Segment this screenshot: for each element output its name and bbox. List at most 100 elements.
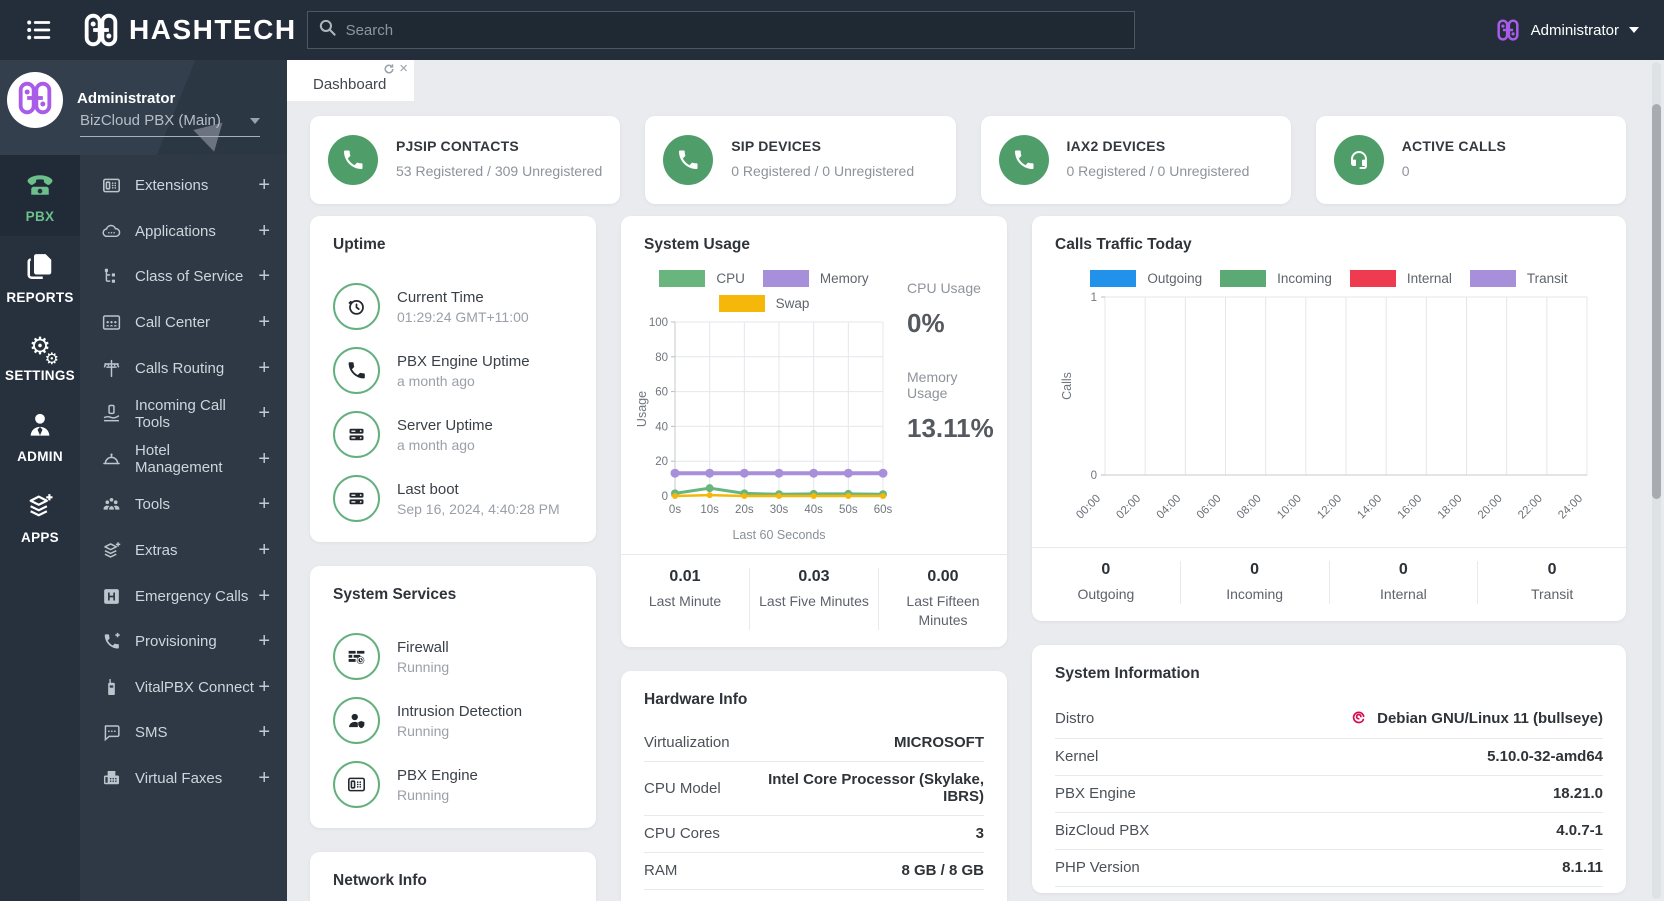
row-value: 18.21.0	[1552, 785, 1603, 803]
group-icon	[101, 494, 122, 515]
system-services-card: System Services Firewall Running Intrusion…	[310, 566, 596, 828]
legend-swatch	[1090, 270, 1137, 287]
expand-plus-icon[interactable]: +	[258, 402, 270, 425]
menu-item-tools[interactable]: Tools +	[80, 482, 287, 528]
search-input[interactable]	[345, 21, 1124, 39]
menu-item-hotel-management[interactable]: Hotel Management +	[80, 437, 287, 483]
rail-item-label: SETTINGS	[5, 368, 75, 383]
menu-item-applications[interactable]: Applications +	[80, 209, 287, 255]
svg-text:60: 60	[655, 387, 668, 399]
walkie-icon	[101, 677, 122, 698]
square-h-icon	[101, 586, 122, 607]
right-column: Calls Traffic Today Outgoing Incoming Inte…	[1032, 216, 1626, 893]
menu-item-call-center[interactable]: Call Center +	[80, 300, 287, 346]
rail-item-admin[interactable]: ADMIN	[0, 395, 80, 476]
expand-plus-icon[interactable]: +	[258, 630, 270, 653]
expand-plus-icon[interactable]: +	[258, 265, 270, 288]
menu-item-extensions[interactable]: Extensions +	[80, 163, 287, 209]
list-item: PBX Engine Uptime a month ago	[333, 347, 573, 394]
svg-text:08:00: 08:00	[1235, 493, 1264, 522]
list-item: PBX Engine Running	[333, 761, 573, 808]
menu-item-virtual-faxes[interactable]: Virtual Faxes +	[80, 756, 287, 802]
legend-swatch	[659, 270, 706, 287]
menu-item-class-of-service[interactable]: Class of Service +	[80, 254, 287, 300]
menu-item-provisioning[interactable]: Provisioning +	[80, 619, 287, 665]
rail-item-reports[interactable]: REPORTS	[0, 236, 80, 317]
menu-item-vitalpbx-connect[interactable]: VitalPBX Connect +	[80, 665, 287, 711]
sidebar-menu: Extensions + Applications + Class of Service…	[80, 155, 287, 901]
expand-plus-icon[interactable]: +	[258, 220, 270, 243]
expand-plus-icon[interactable]: +	[258, 311, 270, 334]
menu-item-label: SMS	[135, 724, 168, 742]
menu-item-label: Provisioning	[135, 633, 217, 651]
stat-value: 0	[1547, 561, 1557, 578]
load-averages-row: 0.01 Last Minute 0.03 Last Five Minutes 0.00…	[621, 554, 1007, 647]
table-row: PHP Version 8.1.11	[1055, 850, 1603, 887]
stat-value: 0.00	[927, 568, 959, 585]
item-value: a month ago	[397, 436, 475, 453]
gears-icon: ⚙ ⚙	[29, 333, 59, 368]
expand-plus-icon[interactable]: +	[258, 357, 270, 380]
sidebar-rail: PBX REPORTS ⚙ ⚙ SETTINGS ADMIN APPS	[0, 155, 80, 901]
svg-text:50s: 50s	[839, 504, 858, 516]
svg-text:20:00: 20:00	[1476, 493, 1505, 522]
svg-text:Usage: Usage	[635, 391, 649, 427]
list-item: Last boot Sep 16, 2024, 4:40:28 PM	[333, 475, 573, 522]
menu-item-calls-routing[interactable]: Calls Routing +	[80, 345, 287, 391]
legend-swatch	[762, 270, 809, 287]
svg-text:24:00: 24:00	[1556, 493, 1585, 522]
item-value: a month ago	[397, 372, 475, 389]
user-shield-icon	[333, 697, 380, 744]
avatar[interactable]	[7, 72, 63, 128]
stat-label: Incoming	[1226, 586, 1284, 602]
expand-plus-icon[interactable]: +	[258, 448, 270, 471]
usage-chart-legend: CPU Memory Swap	[639, 270, 889, 312]
svg-text:12:00: 12:00	[1315, 493, 1344, 522]
uptime-card: Uptime Current Time 01:29:24 GMT+11:00 PBX…	[310, 216, 596, 542]
row-value: 5.10.0-32-amd64	[1487, 748, 1603, 766]
menu-item-label: VitalPBX Connect	[135, 678, 254, 696]
phone-handset-icon	[663, 135, 714, 185]
item-value: 01:29:24 GMT+11:00	[397, 308, 529, 325]
sidebar-user-panel: Administrator BizCloud PBX (Main)	[0, 60, 287, 155]
cpu-usage-value: 0%	[907, 308, 945, 338]
menu-item-incoming-call-tools[interactable]: Incoming Call Tools +	[80, 391, 287, 437]
tenant-select[interactable]: BizCloud PBX (Main)	[80, 112, 260, 137]
menu-item-emergency-calls[interactable]: Emergency Calls +	[80, 573, 287, 619]
expand-plus-icon[interactable]: +	[258, 676, 270, 699]
sidebar-user-name: Administrator	[77, 90, 176, 107]
memory-usage-value: 13.11%	[907, 413, 994, 443]
table-row: Distro Debian GNU/Linux 11 (bullseye)	[1055, 699, 1603, 739]
stat-card-value: 0 Registered / 0 Unregistered	[731, 163, 915, 179]
rail-item-settings[interactable]: ⚙ ⚙ SETTINGS	[0, 317, 80, 395]
system-usage-chart: 0 20 40 60 80 100 0s 10s 20s 30s 40s 50s 60s Last 60 …	[635, 314, 893, 544]
calls-traffic-chart: 00:00 02:00 04:00 06:00 08:00 10:00 12:00 14:00…	[1042, 289, 1616, 537]
rail-item-pbx[interactable]: PBX	[0, 155, 80, 236]
item-label: Firewall	[397, 638, 449, 656]
menu-toggle-button[interactable]	[25, 14, 57, 46]
item-label: Last boot	[397, 480, 459, 498]
phone-classic-icon	[25, 170, 55, 202]
users-rect-icon	[101, 312, 122, 333]
tab-refresh-icon[interactable]	[383, 63, 395, 75]
tab-close-icon[interactable]: ×	[399, 61, 408, 76]
expand-plus-icon[interactable]: +	[258, 539, 270, 562]
legend-label: Transit	[1526, 271, 1568, 286]
expand-plus-icon[interactable]: +	[258, 493, 270, 516]
bell-icon	[101, 449, 122, 470]
expand-plus-icon[interactable]: +	[258, 767, 270, 790]
row-value: 8 GB / 8 GB	[901, 862, 984, 880]
table-row: PBX Engine 18.21.0	[1055, 776, 1603, 813]
scrollbar-thumb[interactable]	[1652, 104, 1661, 499]
rail-item-apps[interactable]: APPS	[0, 476, 80, 557]
stat-label: Last Minute	[648, 593, 722, 609]
table-row: Disk Usage13.0 GB Used / 243.2 GB Free	[644, 890, 984, 901]
stat-value: 0	[1398, 561, 1408, 578]
menu-item-extras[interactable]: Extras +	[80, 528, 287, 574]
expand-plus-icon[interactable]: +	[258, 585, 270, 608]
tab-dashboard[interactable]: Dashboard ×	[287, 60, 414, 101]
expand-plus-icon[interactable]: +	[258, 721, 270, 744]
expand-plus-icon[interactable]: +	[258, 174, 270, 197]
user-menu-button[interactable]: Administrator	[1495, 17, 1639, 43]
menu-item-sms[interactable]: SMS +	[80, 710, 287, 756]
